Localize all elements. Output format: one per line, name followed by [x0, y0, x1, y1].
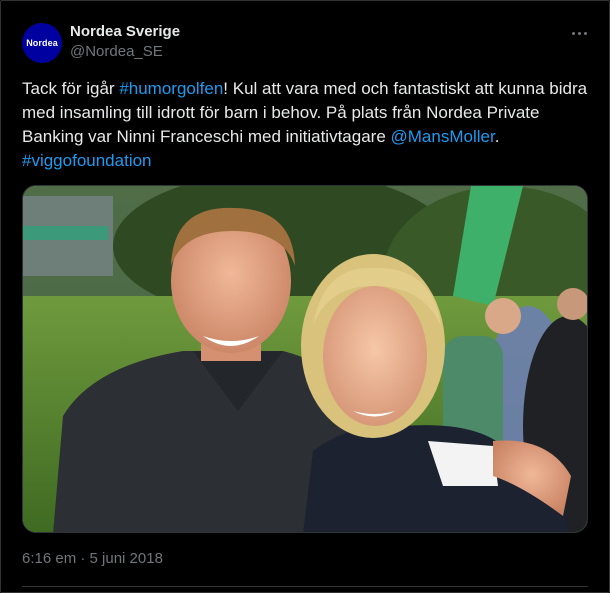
tweet-photo[interactable]	[22, 185, 588, 533]
more-dot	[571, 31, 575, 35]
tweet-link[interactable]: @MansMoller	[391, 127, 495, 146]
avatar[interactable]: Nordea	[22, 23, 62, 63]
tweet-timestamp[interactable]: 6:16 em · 5 juni 2018	[22, 550, 163, 567]
avatar-logo-text: Nordea	[26, 38, 58, 48]
author-handle[interactable]: @Nordea_SE	[70, 43, 163, 60]
more-options-icon[interactable]	[565, 23, 593, 43]
tweet-link[interactable]: #viggofoundation	[22, 151, 152, 170]
tweet-text-segment: Tack för igår	[22, 79, 120, 98]
tweet-card: Nordea Nordea Sverige @Nordea_SE Tack fö…	[0, 0, 610, 593]
tweet-link[interactable]: #humorgolfen	[119, 79, 223, 98]
tweet-text-segment: .	[494, 127, 500, 146]
more-dot	[583, 31, 587, 35]
divider	[22, 586, 588, 587]
more-dot	[577, 31, 581, 35]
photo-image	[23, 186, 587, 532]
author-display-name[interactable]: Nordea Sverige	[70, 23, 180, 40]
tweet-text: Tack för igår #humorgolfen! Kul att vara…	[22, 77, 590, 173]
